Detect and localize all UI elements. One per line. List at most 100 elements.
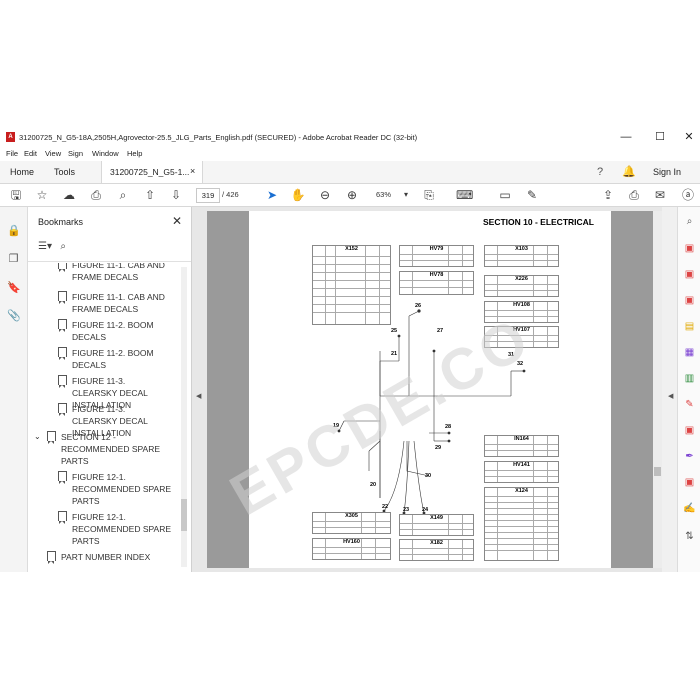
hand-tool-icon[interactable]: ✋	[290, 187, 306, 203]
share-icon[interactable]: ⇪	[600, 187, 616, 203]
scrollbar-thumb[interactable]	[181, 499, 187, 531]
chevron-down-icon[interactable]: ⌄	[34, 431, 41, 443]
menu-bar: File Edit View Sign Window Help	[0, 147, 700, 161]
tab-tools[interactable]: Tools	[54, 167, 75, 177]
pen-icon[interactable]: ✎	[524, 187, 540, 203]
title-bar: A 31200725_N_G5-18A,2505H,Agrovector-25.…	[0, 127, 700, 147]
callout-label: 25	[391, 328, 398, 334]
previous-page-icon[interactable]: ⇧	[142, 187, 158, 203]
callout-label: 27	[437, 328, 444, 334]
fill-sign-icon[interactable]: ✒	[683, 450, 696, 463]
callout-label: 24	[422, 507, 429, 513]
bookmarks-icon[interactable]: 🔖	[7, 282, 21, 295]
email-icon[interactable]: ✉	[652, 187, 668, 203]
lock-icon[interactable]: 🔒	[7, 225, 21, 238]
chevron-down-icon[interactable]: ▾	[398, 187, 414, 203]
callout-label: 30	[425, 473, 432, 479]
combine-files-icon[interactable]: ▦	[683, 346, 696, 359]
edit-pdf-icon[interactable]: ▣	[683, 294, 696, 307]
maximize-button[interactable]: ☐	[653, 130, 667, 144]
close-window-button[interactable]: ✕	[682, 130, 696, 144]
organize-pages-icon[interactable]: ▥	[683, 372, 696, 385]
connector-table: X103	[484, 245, 559, 267]
close-panel-icon[interactable]: ✕	[172, 214, 182, 228]
bookmark-icon	[58, 347, 67, 360]
collapse-right-icon[interactable]: ◀	[668, 392, 673, 400]
page-thumbnails-icon[interactable]: ❐	[7, 253, 20, 266]
connector-table: X182	[399, 539, 474, 561]
save-icon[interactable]: 🖫	[8, 187, 24, 203]
menu-window[interactable]: Window	[92, 149, 119, 158]
bookmark-icon	[58, 403, 67, 416]
bookmark-icon	[58, 471, 67, 484]
bookmark-icon	[58, 263, 67, 272]
comment-icon[interactable]: ▭	[497, 187, 513, 203]
zoom-search-icon[interactable]: ⌕	[115, 187, 131, 203]
minimize-button[interactable]: —	[619, 130, 633, 144]
close-tab-icon[interactable]: ×	[190, 166, 195, 176]
connector-table: IN164	[484, 435, 559, 457]
redact-icon[interactable]: ✎	[683, 398, 696, 411]
window-title: 31200725_N_G5-18A,2505H,Agrovector-25.5_…	[19, 133, 418, 142]
account-icon[interactable]: ⓐ	[680, 187, 696, 203]
more-tools-icon[interactable]: ⇅	[683, 530, 696, 543]
attachments-icon[interactable]: 📎	[7, 310, 21, 323]
keyboard-icon[interactable]: ⌨	[456, 187, 473, 203]
connector-table: HV141	[484, 461, 559, 483]
help-icon[interactable]: ?	[597, 166, 603, 178]
tab-bar: Home Tools 31200725_N_G5-1... × ? 🔔 Sign…	[0, 161, 700, 184]
menu-view[interactable]: View	[45, 149, 61, 158]
pdf-page: SECTION 10 - ELECTRICAL 26 25 27 21 31 3…	[220, 211, 611, 568]
bookmark-star-icon[interactable]: ☆	[34, 187, 50, 203]
print-icon[interactable]: ⎙	[88, 187, 104, 203]
zoom-out-icon[interactable]: ⊖	[317, 187, 333, 203]
page-total: / 426	[222, 190, 239, 199]
bookmark-icon	[58, 375, 67, 388]
zoom-in-icon[interactable]: ⊕	[344, 187, 360, 203]
menu-help[interactable]: Help	[127, 149, 142, 158]
left-nav-rail: 🔒 ❐ 🔖 📎	[0, 207, 28, 572]
create-pdf-icon[interactable]: ▣	[683, 268, 696, 281]
print-share-icon[interactable]: ⎙	[626, 187, 642, 203]
document-scrollbar[interactable]	[653, 211, 662, 568]
callout-label: 22	[382, 504, 389, 510]
callout-label: 29	[435, 445, 442, 451]
callout-label: 26	[415, 303, 422, 309]
bookmark-list: FIGURE 11-1. CAB AND FRAME DECALS FIGURE…	[28, 263, 178, 568]
divider	[28, 261, 191, 262]
bookmark-icon	[47, 431, 56, 444]
connector-table: X226	[484, 275, 559, 297]
bookmark-options-icon[interactable]: ☰▾ ⌕	[38, 241, 66, 252]
search-tool-icon[interactable]: ⌕	[683, 215, 696, 228]
pdf-icon[interactable]: ▣	[683, 476, 696, 489]
collapse-left-icon[interactable]: ◀	[196, 392, 201, 400]
tab-home[interactable]: Home	[10, 167, 34, 177]
bookmarks-scrollbar[interactable]	[181, 267, 187, 567]
bookmark-icon	[58, 511, 67, 524]
protect-icon[interactable]: ▣	[683, 424, 696, 437]
cloud-upload-icon[interactable]: ☁	[61, 187, 77, 203]
zoom-level[interactable]: 63%	[376, 190, 391, 199]
page-gutter-right	[611, 211, 653, 568]
export-pdf-icon[interactable]: ▣	[683, 242, 696, 255]
select-cursor-icon[interactable]: ➤	[264, 187, 280, 203]
send-for-signature-icon[interactable]: ✍	[683, 502, 696, 515]
callout-label: 23	[403, 507, 410, 513]
callout-label: 21	[391, 351, 398, 357]
notification-bell-icon[interactable]: 🔔	[622, 165, 636, 178]
menu-edit[interactable]: Edit	[24, 149, 37, 158]
comment-tool-icon[interactable]: ▤	[683, 320, 696, 333]
page-number-input[interactable]: 319	[196, 188, 220, 203]
document-tab-label: 31200725_N_G5-1...	[110, 167, 190, 177]
next-page-icon[interactable]: ⇩	[168, 187, 184, 203]
connector-table: X149	[399, 514, 474, 536]
bookmark-icon	[58, 291, 67, 304]
acrobat-window: A 31200725_N_G5-18A,2505H,Agrovector-25.…	[0, 127, 700, 572]
fit-page-icon[interactable]: ⎘	[421, 187, 437, 203]
menu-sign[interactable]: Sign	[68, 149, 83, 158]
scrollbar-thumb[interactable]	[654, 467, 661, 476]
tab-document[interactable]: 31200725_N_G5-1... ×	[101, 161, 203, 183]
menu-file[interactable]: File	[6, 149, 18, 158]
sign-in-button[interactable]: Sign In	[653, 167, 681, 177]
connector-table: X152	[312, 245, 391, 325]
